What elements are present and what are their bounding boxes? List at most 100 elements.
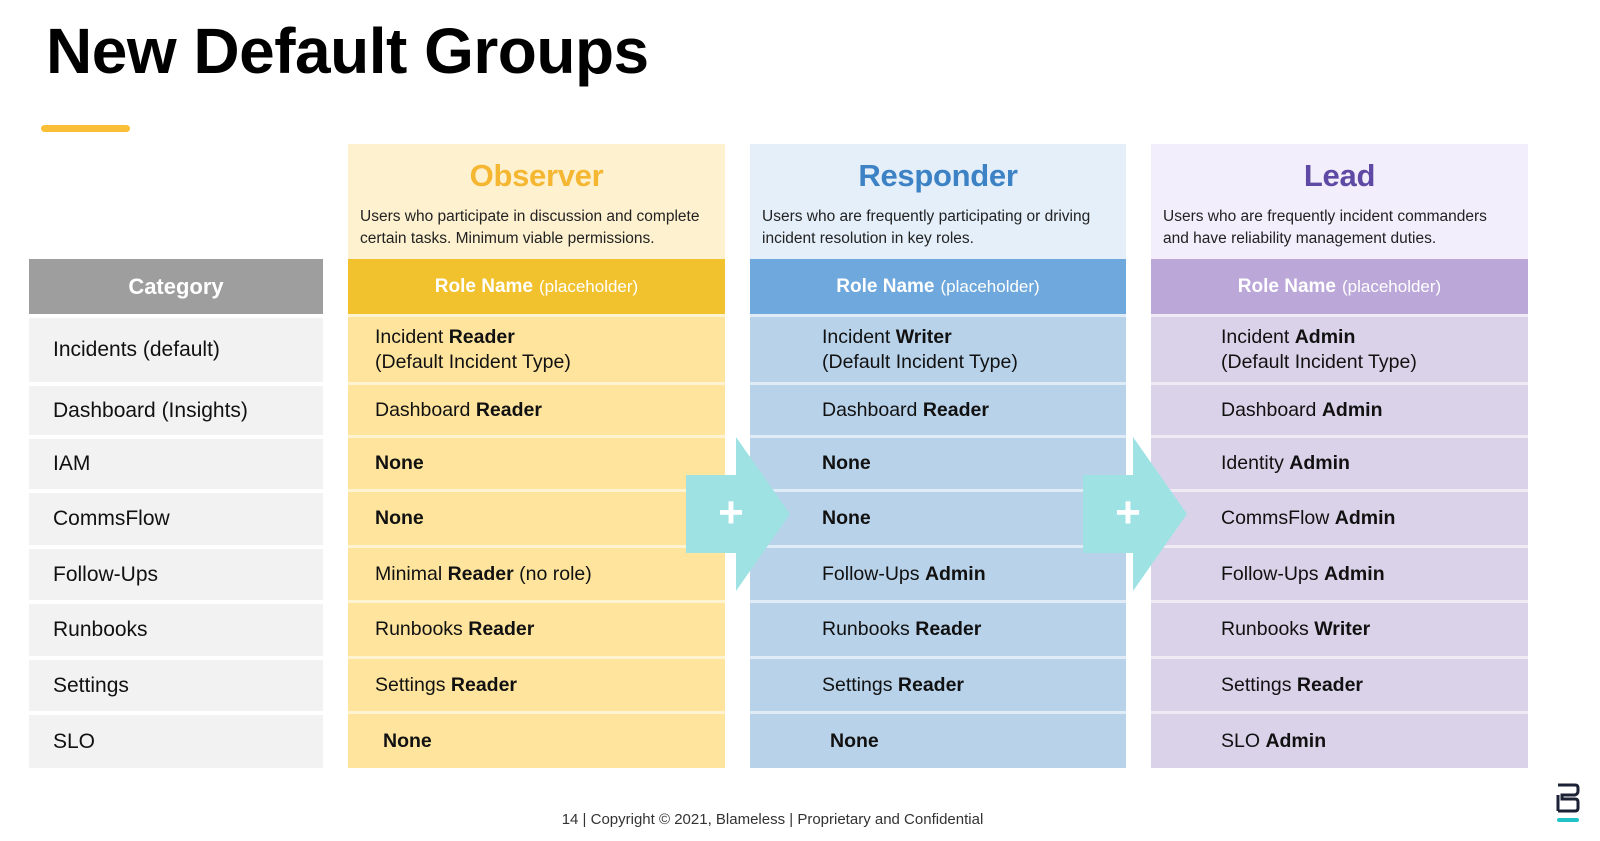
permission-text: Runbooks Writer [1221,617,1370,642]
group-description: Users who are frequently incident comman… [1151,206,1528,250]
permission-scope: SLO [1221,729,1266,752]
permission-cell: Follow-Ups Admin [750,545,1126,600]
group-title: Lead [1303,158,1376,193]
permission-level: Reader [448,325,515,348]
permission-text: Incident Writer (Default Incident Type) [822,325,1018,375]
permission-scope: Incident [375,325,449,348]
permission-scope: Dashboard [1221,398,1322,421]
permission-scope: Settings [375,673,451,696]
permission-level: Admin [1294,325,1356,348]
group-title: Observer [469,158,604,193]
permission-text: Incident Admin (Default Incident Type) [1221,325,1417,375]
permission-level: None [822,452,871,474]
permission-cell: Settings Reader [348,656,725,711]
permission-cell: Dashboard Admin [1151,382,1528,435]
role-name-label: Role Name [1237,275,1336,297]
permission-scope: Dashboard [375,398,476,421]
permission-level: Admin [1323,562,1385,585]
group-column-lead: Lead Users who are frequently incident co… [1151,144,1528,768]
permission-text: None [375,506,424,531]
permission-cell: Runbooks Writer [1151,600,1528,656]
permission-level: Admin [1265,729,1327,752]
plus-symbol: + [718,488,744,537]
permission-scope: Runbooks [375,618,469,640]
group-header: Responder Users who are frequently partic… [750,144,1126,259]
group-description-line: and have reliability management duties. [1163,230,1437,247]
permission-level: Reader [1296,673,1364,696]
group-title: Responder [858,158,1018,193]
permission-level: None [383,729,432,752]
permission-cell: None [348,489,725,545]
category-cell: Dashboard (Insights) [29,382,323,435]
category-cell: Follow-Ups [29,545,323,600]
permission-cell: None [348,711,725,768]
permission-level: None [830,729,879,752]
permission-level: Reader [915,618,982,640]
permission-scope: Incident [1221,325,1295,348]
permission-scope: Follow-Ups [822,562,925,585]
permission-cell: SLO Admin [1151,711,1528,768]
permission-cell: None [750,711,1126,768]
permission-level: None [375,507,424,529]
permission-scope: Incident [822,325,896,348]
category-cell: Settings [29,656,323,711]
permission-detail: (Default Incident Type) [1221,350,1417,373]
group-description-line: Users who participate in discussion and … [360,208,700,225]
permission-level: Reader [450,673,518,696]
permission-text: SLO Admin [1221,729,1326,754]
plus-symbol: + [1115,488,1141,537]
permission-text: Dashboard Admin [1221,398,1383,423]
permission-text: Settings Reader [1221,673,1363,698]
blameless-logo-icon [1556,783,1580,822]
page-title: New Default Groups [46,15,649,87]
permission-cell: Settings Reader [1151,656,1528,711]
category-cell: CommsFlow [29,489,323,545]
permission-cell: Settings Reader [750,656,1126,711]
permission-level: Reader [922,398,989,421]
permission-text: Dashboard Reader [375,398,542,423]
permission-level: Admin [924,562,986,585]
permission-scope: Runbooks [1221,618,1315,640]
permission-scope: Settings [1221,673,1297,696]
permission-text: None [822,506,871,531]
permission-cell: Follow-Ups Admin [1151,545,1528,600]
permission-scope: Identity [1221,452,1290,474]
permission-text: CommsFlow Admin [1221,506,1395,531]
role-name-placeholder: (placeholder) [940,276,1040,296]
role-name-label: Role Name [434,275,533,297]
permission-scope: Settings [822,673,898,696]
role-name-header: Role Name (placeholder) [1151,259,1528,314]
role-name-label: Role Name [836,275,935,297]
permission-cell: Identity Admin [1151,435,1528,489]
permission-text: Follow-Ups Admin [822,562,986,587]
plus-arrow-icon: + [686,437,790,591]
group-description: Users who participate in discussion and … [348,206,725,250]
permission-cell: Dashboard Reader [348,382,725,435]
permission-text: None [383,729,432,754]
group-description-line: incident resolution in key roles. [762,230,974,247]
permission-cell: Dashboard Reader [750,382,1126,435]
permission-scope: CommsFlow [1221,507,1335,529]
permission-scope: Dashboard [822,398,923,421]
permission-text: None [822,451,871,476]
permission-cell: None [750,489,1126,545]
permission-level: None [822,507,871,529]
permission-scope: Minimal [375,562,448,585]
permission-level: Admin [1334,507,1396,529]
category-cell: Runbooks [29,600,323,656]
group-column-observer: Observer Users who participate in discuss… [348,144,725,768]
role-name-placeholder: (placeholder) [1341,276,1442,296]
role-name-header: Role Name (placeholder) [348,259,725,314]
permission-text: Follow-Ups Admin [1221,562,1385,587]
group-description-line: Users who are frequently incident comman… [1163,208,1487,225]
permission-cell: CommsFlow Admin [1151,489,1528,545]
permission-level: Reader [447,562,514,585]
permission-text: Runbooks Reader [375,617,534,642]
permission-note: (no role) [513,562,592,585]
title-accent-bar [41,125,130,132]
group-column-responder: Responder Users who are frequently partic… [750,144,1126,768]
group-description: Users who are frequently participating o… [750,206,1126,250]
group-description-line: certain tasks. Minimum viable permission… [360,230,655,247]
permission-text: Incident Reader (Default Incident Type) [375,325,571,375]
permission-text: Settings Reader [822,673,964,698]
